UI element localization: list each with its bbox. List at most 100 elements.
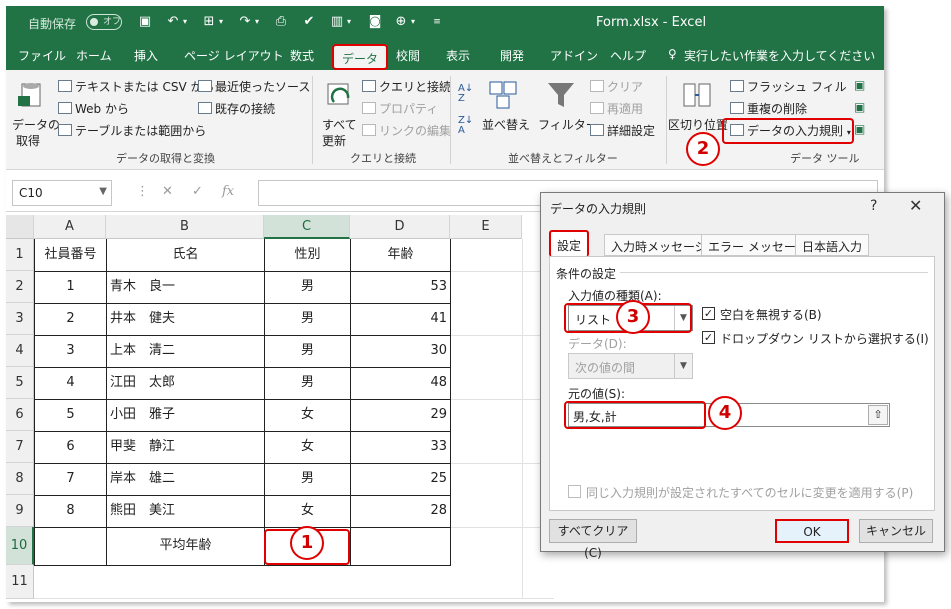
cell-emp-no[interactable]: 3 (35, 335, 106, 367)
column-header-b[interactable]: B (106, 215, 264, 239)
cell-name[interactable]: 江田 太郎 (110, 367, 264, 399)
customize-qat-icon[interactable]: ≡ (430, 15, 444, 29)
row-header-7[interactable]: 7 (6, 431, 34, 463)
cell-emp-no[interactable]: 1 (35, 271, 106, 303)
tab-review[interactable]: 校閲 (396, 47, 420, 64)
consolidate-icon[interactable]: ▣ (854, 78, 865, 92)
row-header-8[interactable]: 8 (6, 463, 34, 495)
tab-view[interactable]: 表示 (446, 47, 470, 64)
border-dropdown-icon[interactable]: ▾ (214, 15, 228, 29)
insert-function-icon[interactable]: fx (222, 184, 234, 199)
chart-dropdown-icon[interactable]: ▾ (342, 15, 356, 29)
apply-all-label[interactable]: 同じ入力規則が設定されたすべてのセルに変更を適用する(P) (586, 484, 913, 501)
cancel-button[interactable]: キャンセル (859, 519, 933, 543)
advanced-filter-button[interactable]: 詳細設定 (590, 122, 655, 139)
cell-average-age-label[interactable]: 平均年齢 (107, 527, 264, 565)
column-header-a[interactable]: A (34, 215, 106, 239)
in-cell-dropdown-label[interactable]: ドロップダウン リストから選択する(I) (720, 330, 929, 347)
cell-name[interactable]: 小田 雅子 (110, 399, 264, 431)
cell-gender[interactable]: 女 (265, 431, 350, 463)
ignore-blank-checkbox[interactable]: ✓ (702, 307, 715, 320)
cell-emp-no[interactable]: 4 (35, 367, 106, 399)
sort-az-icon[interactable]: A↓ Z (458, 84, 473, 104)
cell-age[interactable]: 48 (351, 367, 447, 399)
cell-name[interactable]: 青木 良一 (110, 271, 264, 303)
cell-emp-no[interactable]: 7 (35, 463, 106, 495)
sort-button[interactable]: 並べ替え (482, 116, 530, 133)
sort-za-icon[interactable]: Z↓ A (458, 116, 473, 136)
cell-emp-no[interactable]: 6 (35, 431, 106, 463)
tab-data[interactable]: データ (332, 44, 389, 70)
get-data-label[interactable]: 取得 (16, 132, 40, 149)
cancel-icon[interactable]: ✕ (162, 184, 173, 199)
manage-model-icon[interactable]: ▣ (854, 122, 865, 136)
from-web-button[interactable]: Web から (58, 100, 129, 117)
row-header-1[interactable]: 1 (6, 239, 34, 271)
cell-age[interactable]: 30 (351, 335, 447, 367)
row-header-6[interactable]: 6 (6, 399, 34, 431)
tab-developer[interactable]: 開発 (500, 47, 524, 64)
header-cell-age[interactable]: 年齢 (351, 239, 450, 271)
cell-gender[interactable]: 男 (265, 463, 350, 495)
cell-age[interactable]: 29 (351, 399, 447, 431)
refresh-all-button[interactable]: すべて (322, 116, 357, 133)
in-cell-dropdown-checkbox[interactable]: ✓ (702, 331, 715, 344)
cell-age[interactable]: 33 (351, 431, 447, 463)
close-icon[interactable]: ✕ (909, 196, 922, 215)
cell-gender[interactable]: 男 (265, 335, 350, 367)
tab-help[interactable]: ヘルプ (610, 47, 646, 64)
row-header-11[interactable]: 11 (6, 565, 34, 599)
tab-ime-mode[interactable]: 日本語入力 (795, 234, 870, 256)
ok-button[interactable]: OK (775, 519, 849, 543)
tell-me-search[interactable]: 実行したい作業を入力してください (684, 47, 875, 64)
from-text-csv-button[interactable]: テキストまたは CSV から (58, 78, 214, 95)
header-cell-name[interactable]: 氏名 (107, 239, 264, 271)
column-header-e[interactable]: E (450, 215, 522, 239)
relationships-icon[interactable]: ▣ (854, 100, 865, 114)
enter-icon[interactable]: ✓ (192, 184, 203, 199)
apply-all-checkbox[interactable] (568, 485, 581, 498)
tab-page-layout[interactable]: ページ レイアウト (184, 47, 284, 64)
cell-name[interactable]: 井本 健夫 (110, 303, 264, 335)
name-box[interactable]: C10 ▼ (12, 180, 112, 206)
add-sheet-dropdown-icon[interactable]: ▾ (406, 15, 420, 29)
cell-gender[interactable]: 女 (265, 495, 350, 527)
queries-connections-button[interactable]: クエリと接続 (362, 78, 451, 95)
cell-age[interactable]: 53 (351, 271, 447, 303)
row-header-10[interactable]: 10 (6, 527, 34, 565)
tab-home[interactable]: ホーム (76, 47, 112, 64)
column-header-c[interactable]: C (264, 215, 350, 239)
undo-dropdown-icon[interactable]: ▾ (178, 15, 192, 29)
text-to-columns-button[interactable]: 区切り位置 (668, 116, 728, 133)
get-data-button[interactable]: データの (12, 116, 60, 133)
cell-gender[interactable]: 男 (265, 271, 350, 303)
ignore-blank-label[interactable]: 空白を無視する(B) (720, 306, 822, 323)
tab-input-message[interactable]: 入力時メッセージ (604, 234, 714, 256)
save-icon[interactable]: ▣ (138, 15, 152, 29)
row-header-5[interactable]: 5 (6, 367, 34, 399)
cell-age[interactable]: 25 (351, 463, 447, 495)
cell-gender[interactable]: 女 (265, 399, 350, 431)
cell-age[interactable]: 28 (351, 495, 447, 527)
row-header-9[interactable]: 9 (6, 495, 34, 527)
refresh-all-label[interactable]: 更新 (322, 132, 346, 149)
filter-button[interactable]: フィルター (538, 116, 598, 133)
collapse-dialog-icon[interactable]: ⇧ (868, 405, 888, 425)
header-cell-gender[interactable]: 性別 (265, 239, 350, 271)
recent-sources-button[interactable]: 最近使ったソース (198, 78, 310, 95)
camera-icon[interactable]: ◙ (368, 15, 382, 29)
cell-name[interactable]: 熊田 美江 (110, 495, 264, 527)
cell-emp-no[interactable]: 8 (35, 495, 106, 527)
header-cell-emp-no[interactable]: 社員番号 (35, 239, 106, 271)
name-box-dropdown-icon[interactable]: ▼ (99, 186, 107, 197)
cell-name[interactable]: 上本 清二 (110, 335, 264, 367)
flash-fill-button[interactable]: フラッシュ フィル (730, 78, 847, 95)
existing-connections-button[interactable]: 既存の接続 (198, 100, 275, 117)
print-preview-icon[interactable]: ⎙ (274, 15, 288, 29)
tab-formulas[interactable]: 数式 (290, 47, 314, 64)
row-header-3[interactable]: 3 (6, 303, 34, 335)
from-table-button[interactable]: テーブルまたは範囲から (58, 122, 206, 139)
select-all-corner[interactable] (6, 215, 34, 239)
cell-gender[interactable]: 男 (265, 303, 350, 335)
remove-duplicates-button[interactable]: 重複の削除 (730, 100, 807, 117)
